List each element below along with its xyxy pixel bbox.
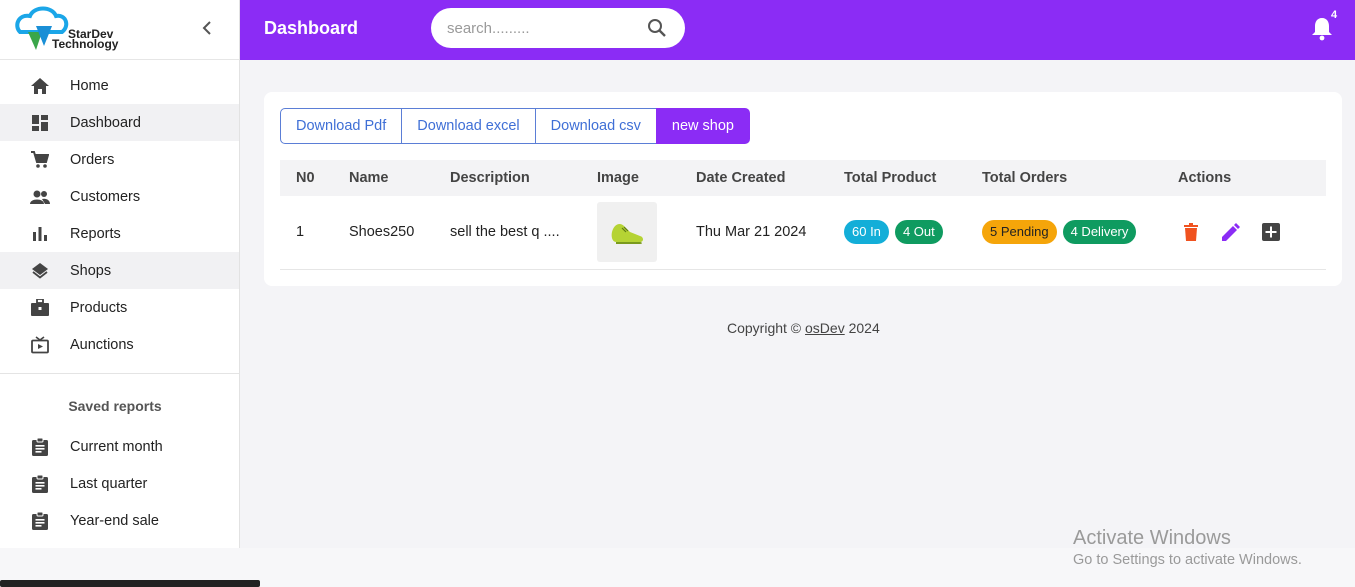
- divider: [0, 373, 239, 374]
- clipboard-icon: [30, 474, 50, 494]
- windows-activation-watermark: Activate Windows Go to Settings to activ…: [1073, 527, 1302, 568]
- page-title: Dashboard: [264, 18, 359, 38]
- saved-report-last-quarter[interactable]: Last quarter: [0, 465, 239, 502]
- sidebar-item-label: Home: [70, 77, 109, 94]
- sidebar-item-dashboard[interactable]: Dashboard: [0, 104, 239, 141]
- saved-reports-heading: Saved reports: [68, 398, 162, 414]
- sidebar-item-shops[interactable]: Shops: [0, 252, 239, 289]
- sidebar-item-label: Reports: [70, 225, 121, 242]
- brand: StarDev Technology: [0, 0, 239, 60]
- home-icon: [30, 76, 50, 96]
- saved-report-label: Last quarter: [70, 475, 148, 492]
- download-excel-button[interactable]: Download excel: [401, 108, 536, 144]
- cell-image: [581, 196, 680, 270]
- sidebar-item-label: Shops: [70, 262, 112, 279]
- table-row: 1 Shoes250 sell the best q .... Thu Mar …: [280, 196, 1326, 270]
- chevron-left-icon[interactable]: [198, 18, 216, 38]
- sidebar-item-reports[interactable]: Reports: [0, 215, 239, 252]
- sidebar-item-label: Dashboard: [70, 114, 141, 131]
- cell-description: sell the best q ....: [434, 196, 581, 270]
- sidebar-nav: Home Dashboard Orders Customers Reports: [0, 60, 239, 363]
- copyright-text: Copyright ©: [727, 320, 802, 336]
- shoe-image: [597, 202, 657, 263]
- cell-total-orders: 5 Pending 4 Delivery: [966, 196, 1162, 270]
- product-out-badge: 4 Out: [894, 220, 943, 245]
- brand-subname: Technology: [52, 37, 119, 51]
- bar-chart-icon: [30, 224, 50, 244]
- column-header-description: Description: [450, 170, 530, 186]
- product-in-badge: 60 In: [844, 220, 889, 245]
- watermark-title: Activate Windows: [1073, 527, 1231, 549]
- live-tv-icon: [30, 335, 50, 355]
- cell-actions: [1162, 196, 1326, 270]
- notification-count: 4: [1331, 9, 1338, 21]
- search-icon[interactable]: [645, 17, 669, 39]
- export-button-group: Download Pdf Download excel Download csv…: [280, 108, 750, 144]
- search-input[interactable]: [447, 17, 637, 39]
- sidebar-item-products[interactable]: Products: [0, 289, 239, 326]
- footer-link[interactable]: osDev: [805, 320, 845, 336]
- shops-card: Download Pdf Download excel Download csv…: [264, 92, 1342, 286]
- column-header-name: Name: [349, 170, 389, 186]
- top-header: Dashboard 4: [240, 0, 1355, 60]
- column-header-date-created: Date Created: [696, 170, 786, 186]
- sidebar-item-label: Customers: [70, 188, 141, 205]
- table-header-row: N0 Name Description Image Date Created T…: [280, 160, 1326, 196]
- cell-date-created: Thu Mar 21 2024: [680, 196, 828, 270]
- column-header-total-product: Total Product: [844, 170, 937, 186]
- sidebar: StarDev Technology Home Dashboard Orders: [0, 0, 240, 548]
- orders-pending-badge: 5 Pending: [982, 220, 1057, 245]
- sidebar-item-home[interactable]: Home: [0, 67, 239, 104]
- saved-report-year-end-sale[interactable]: Year-end sale: [0, 502, 239, 539]
- saved-report-label: Year-end sale: [70, 512, 159, 529]
- clipboard-icon: [30, 437, 50, 457]
- footer: Copyright © osDev 2024: [727, 320, 880, 336]
- cart-icon: [30, 150, 50, 170]
- sidebar-item-label: Aunctions: [70, 336, 134, 353]
- sidebar-item-label: Orders: [70, 151, 115, 168]
- layers-icon: [30, 261, 50, 281]
- cell-total-product: 60 In 4 Out: [828, 196, 966, 270]
- shops-table: N0 Name Description Image Date Created T…: [280, 160, 1326, 270]
- search-box: [431, 8, 685, 48]
- new-shop-button[interactable]: new shop: [655, 108, 750, 144]
- add-icon[interactable]: [1258, 219, 1284, 245]
- sidebar-item-label: Products: [70, 299, 128, 316]
- sidebar-item-aunctions[interactable]: Aunctions: [0, 326, 239, 363]
- edit-icon[interactable]: [1218, 219, 1244, 245]
- cell-no: 1: [280, 196, 333, 270]
- column-header-no: N0: [296, 170, 315, 186]
- delete-icon[interactable]: [1178, 219, 1204, 245]
- briefcase-icon: [30, 298, 50, 318]
- column-header-total-orders: Total Orders: [982, 170, 1068, 186]
- people-icon: [30, 187, 50, 207]
- sidebar-item-customers[interactable]: Customers: [0, 178, 239, 215]
- saved-report-label: Current month: [70, 438, 163, 455]
- column-header-actions: Actions: [1178, 170, 1232, 186]
- download-csv-button[interactable]: Download csv: [534, 108, 657, 144]
- column-header-image: Image: [597, 170, 639, 186]
- copyright-year: 2024: [848, 320, 880, 336]
- taskbar-fragment: [0, 580, 260, 587]
- dashboard-icon: [30, 113, 50, 133]
- sidebar-item-orders[interactable]: Orders: [0, 141, 239, 178]
- clipboard-icon: [30, 511, 50, 531]
- download-pdf-button[interactable]: Download Pdf: [280, 108, 403, 144]
- watermark-subtitle: Go to Settings to activate Windows.: [1073, 552, 1302, 568]
- orders-delivery-badge: 4 Delivery: [1062, 220, 1137, 245]
- saved-report-current-month[interactable]: Current month: [0, 428, 239, 465]
- cell-name: Shoes250: [333, 196, 434, 270]
